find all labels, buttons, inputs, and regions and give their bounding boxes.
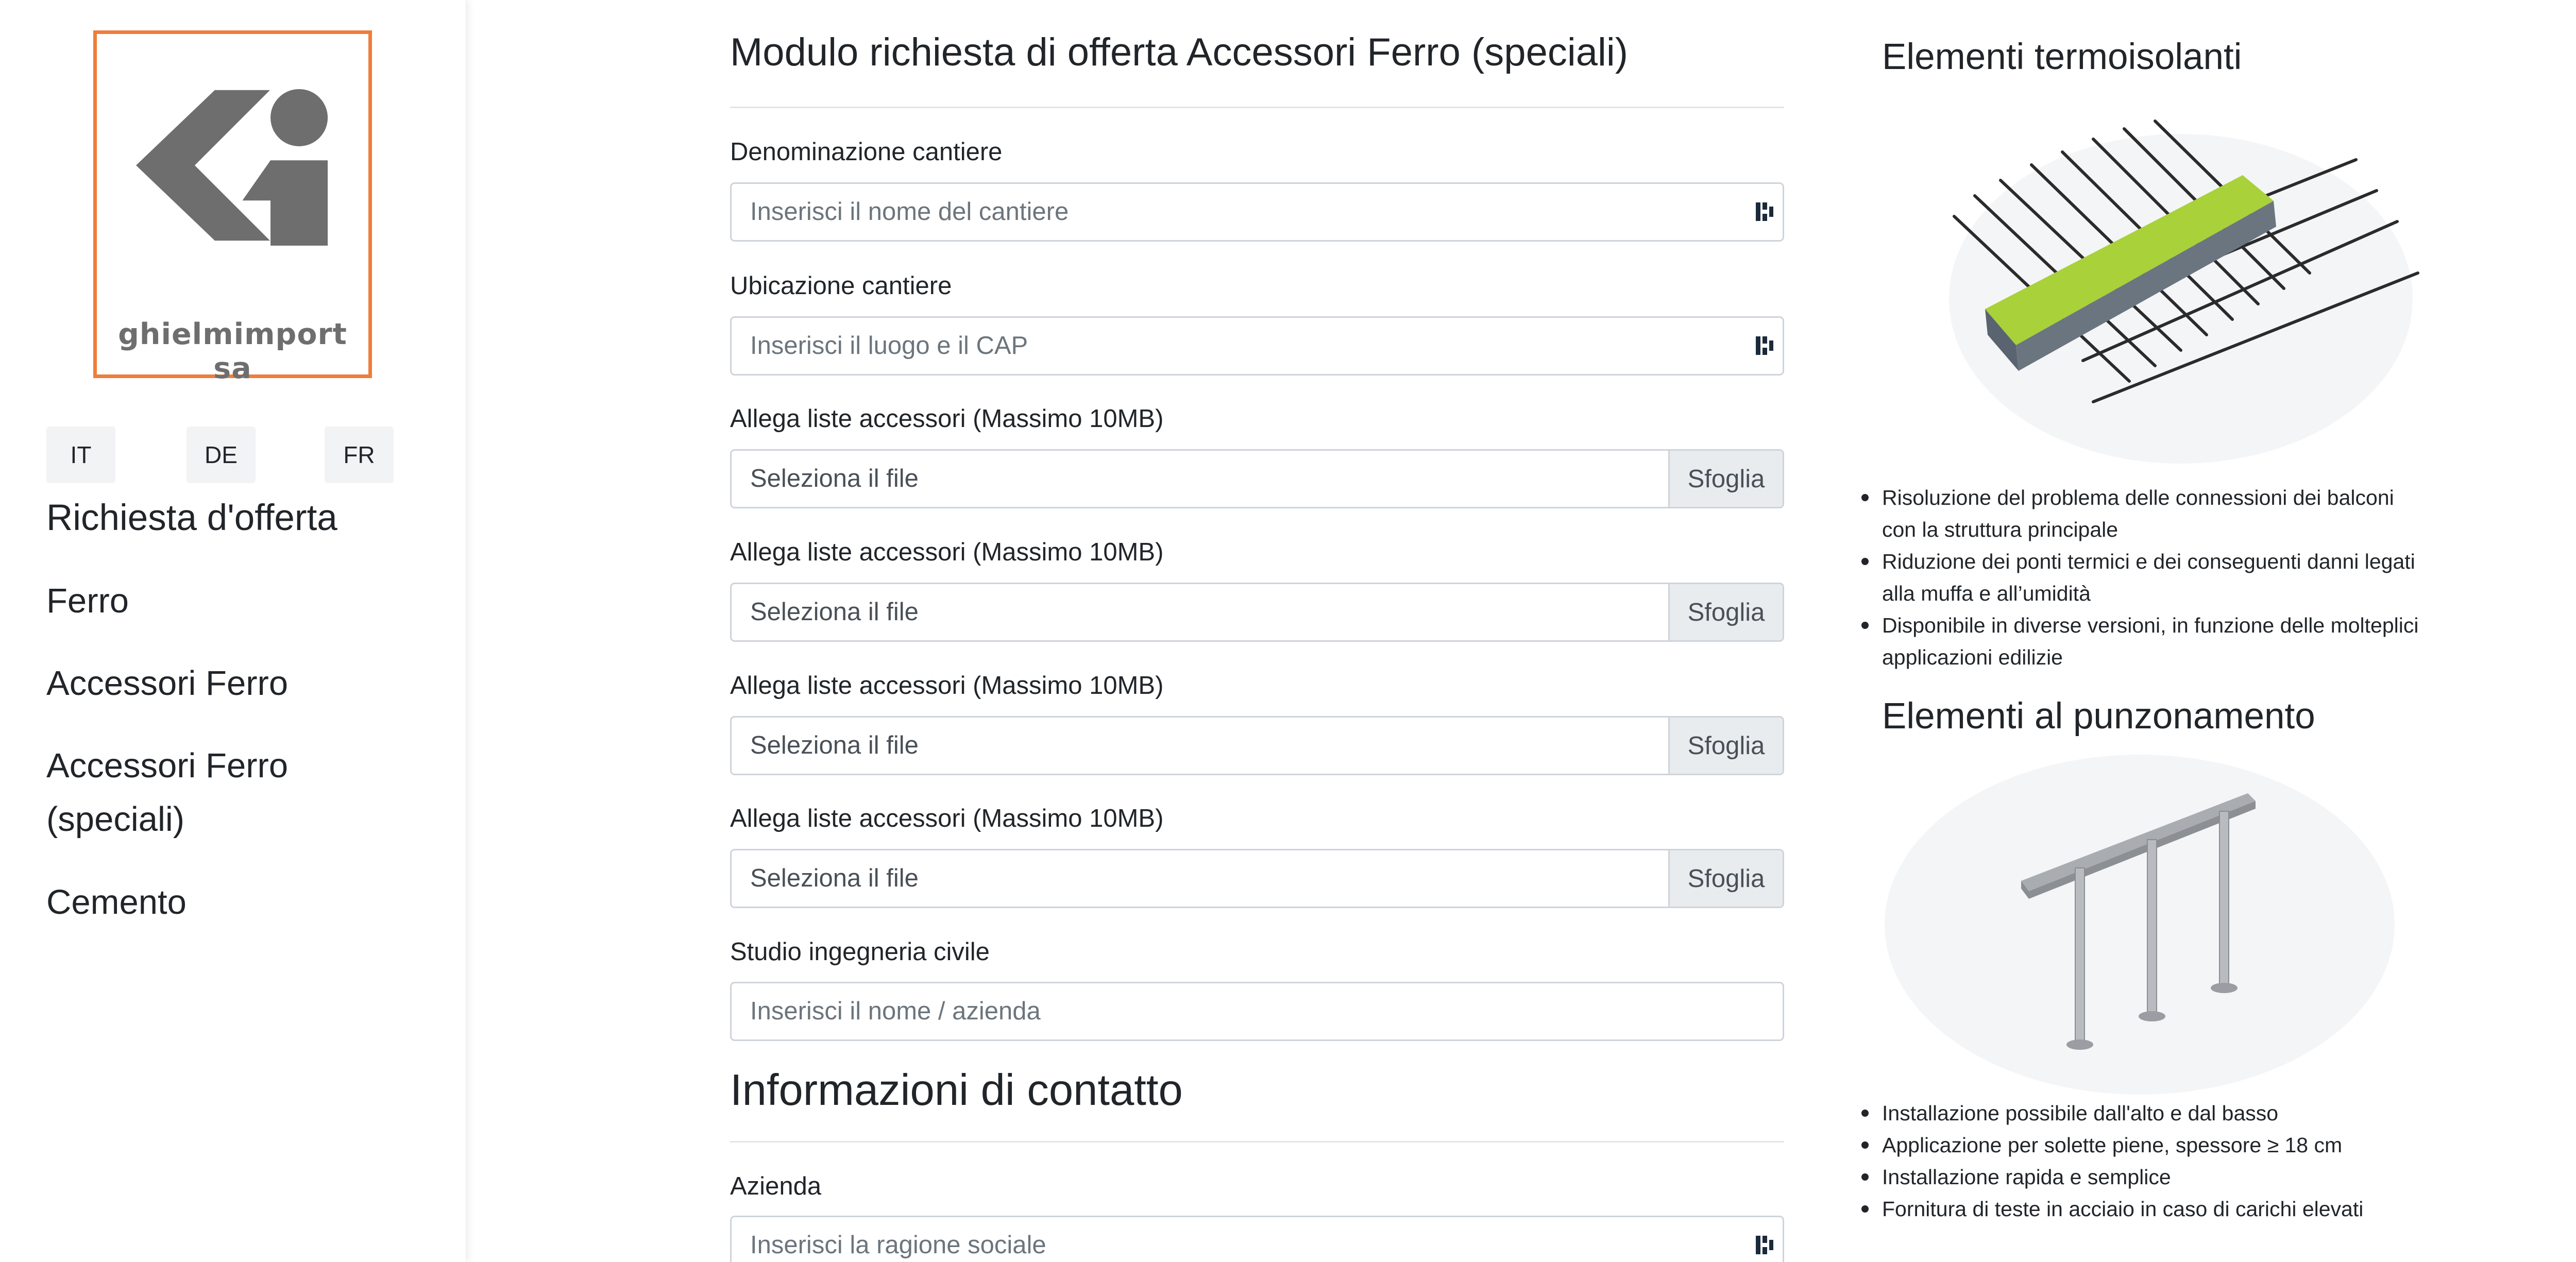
- file-placeholder: Seleziona il file: [750, 731, 919, 759]
- form-title: Modulo richiesta di offerta Accessori Fe…: [730, 30, 1629, 74]
- lang-it-button[interactable]: IT: [46, 427, 115, 483]
- site-location-placeholder: Inserisci il luogo e il CAP: [750, 332, 1028, 360]
- feature-item: Risoluzione del problema delle connessio…: [1861, 482, 2428, 545]
- feature-item: Applicazione per solette piene, spessore…: [1861, 1129, 2428, 1161]
- file-placeholder: Seleziona il file: [750, 465, 919, 492]
- file-placeholder: Seleziona il file: [750, 598, 919, 626]
- logo-wordmark: ghielmimport sa: [118, 317, 347, 385]
- site-location-input[interactable]: Inserisci il luogo e il CAP: [730, 316, 1784, 376]
- product-2-title: Elementi al punzonamento: [1882, 696, 2315, 737]
- product-2-features: Installazione possibile dall'alto e dal …: [1861, 1097, 2428, 1225]
- company-logo[interactable]: ghielmimport sa: [93, 30, 372, 385]
- feature-item: Fornitura di teste in acciaio in caso di…: [1861, 1193, 2428, 1225]
- divider: [730, 1141, 1784, 1142]
- engineering-input[interactable]: Inserisci il nome / azienda: [730, 982, 1784, 1041]
- password-manager-icon[interactable]: [1755, 1235, 1774, 1255]
- feature-item: Disponibile in diverse versioni, in funz…: [1861, 609, 2428, 673]
- sidebar: ghielmimport sa IT DE FR Richiesta d'off…: [0, 0, 466, 1262]
- sidebar-heading: Richiesta d'offerta: [46, 498, 337, 538]
- browse-button[interactable]: Sfoglia: [1668, 584, 1783, 640]
- password-manager-icon[interactable]: [1755, 335, 1774, 356]
- engineering-placeholder: Inserisci il nome / azienda: [750, 997, 1041, 1025]
- attachment-2-file-input[interactable]: Seleziona il file Sfoglia: [730, 583, 1784, 642]
- divider: [730, 107, 1784, 108]
- attachment-4-file-input[interactable]: Seleziona il file Sfoglia: [730, 849, 1784, 908]
- site-name-label: Denominazione cantiere: [730, 138, 1003, 166]
- product-1-features: Risoluzione del problema delle connessio…: [1861, 482, 2428, 673]
- company-input[interactable]: Inserisci la ragione sociale: [730, 1216, 1784, 1262]
- thermal-insulation-element-image: [1949, 120, 2419, 464]
- feature-item: Installazione possibile dall'alto e dal …: [1861, 1097, 2428, 1129]
- attachment-1-label: Allega liste accessori (Massimo 10MB): [730, 405, 1164, 433]
- contact-section-title: Informazioni di contatto: [730, 1066, 1183, 1115]
- sidebar-item-cemento[interactable]: Cemento: [46, 876, 187, 929]
- lang-de-button[interactable]: DE: [187, 427, 256, 483]
- attachment-4-label: Allega liste accessori (Massimo 10MB): [730, 805, 1164, 832]
- password-manager-icon[interactable]: [1755, 201, 1774, 222]
- site-name-placeholder: Inserisci il nome del cantiere: [750, 198, 1069, 226]
- feature-item: Riduzione dei ponti termici e dei conseg…: [1861, 545, 2428, 609]
- site-location-label: Ubicazione cantiere: [730, 272, 952, 300]
- punching-element-image: [1885, 755, 2395, 1095]
- attachment-1-file-input[interactable]: Seleziona il file Sfoglia: [730, 449, 1784, 508]
- engineering-label: Studio ingegneria civile: [730, 938, 990, 966]
- company-placeholder: Inserisci la ragione sociale: [750, 1231, 1046, 1259]
- attachment-2-label: Allega liste accessori (Massimo 10MB): [730, 538, 1164, 566]
- product-1-title: Elementi termoisolanti: [1882, 37, 2242, 77]
- company-label: Azienda: [730, 1172, 822, 1200]
- attachment-3-file-input[interactable]: Seleziona il file Sfoglia: [730, 716, 1784, 775]
- file-placeholder: Seleziona il file: [750, 864, 919, 892]
- sidebar-item-accessori-ferro-speciali[interactable]: Accessori Ferro (speciali): [46, 739, 288, 846]
- feature-item: Installazione rapida e semplice: [1861, 1161, 2428, 1193]
- site-name-input[interactable]: Inserisci il nome del cantiere: [730, 182, 1784, 242]
- browse-button[interactable]: Sfoglia: [1668, 451, 1783, 507]
- browse-button[interactable]: Sfoglia: [1668, 850, 1783, 907]
- attachment-3-label: Allega liste accessori (Massimo 10MB): [730, 672, 1164, 700]
- sidebar-item-accessori-ferro[interactable]: Accessori Ferro: [46, 657, 288, 710]
- browse-button[interactable]: Sfoglia: [1668, 718, 1783, 774]
- sidebar-item-ferro[interactable]: Ferro: [46, 574, 129, 628]
- lang-fr-button[interactable]: FR: [325, 427, 394, 483]
